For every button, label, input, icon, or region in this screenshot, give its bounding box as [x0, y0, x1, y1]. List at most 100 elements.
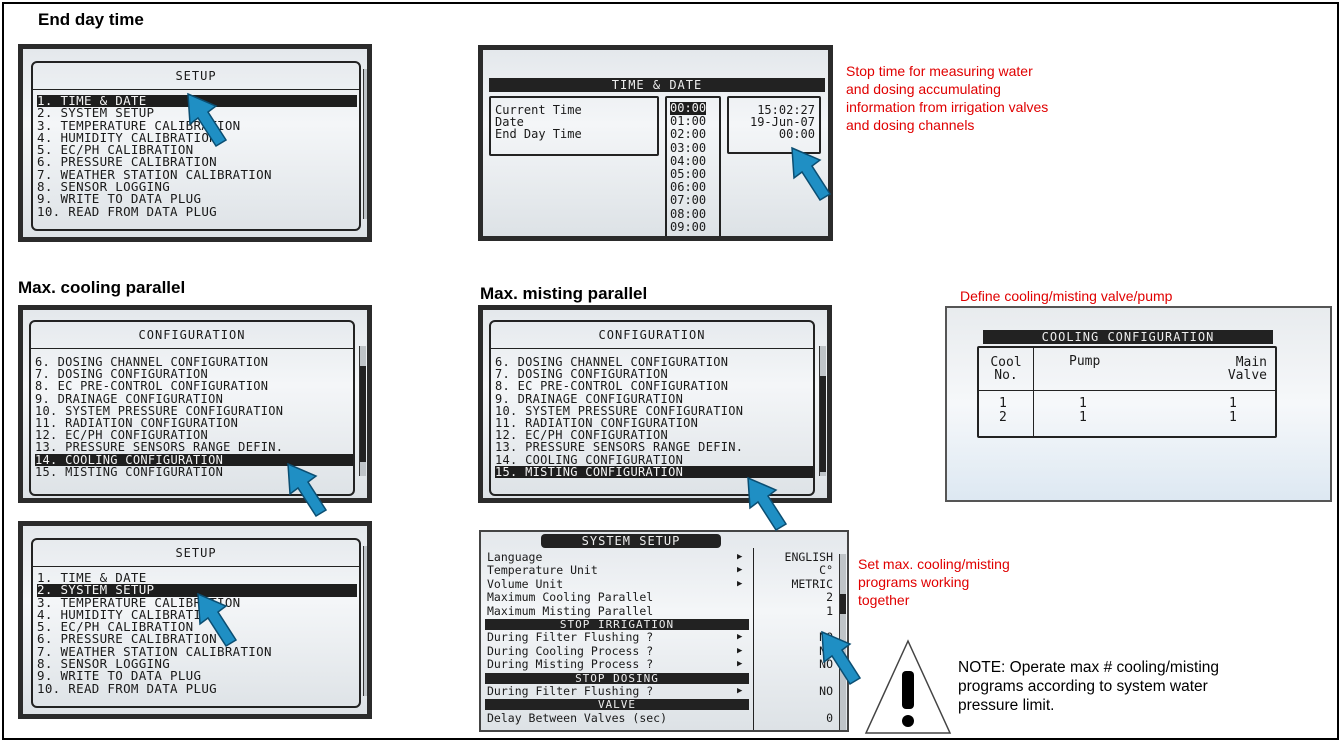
- submenu-arrow-icon[interactable]: ▶: [737, 565, 742, 577]
- time-date-values-box: 15:02:27 19-Jun-07 00:00: [727, 96, 821, 154]
- menu-item[interactable]: 8. EC PRE-CONTROL CONFIGURATION: [35, 380, 353, 392]
- setting-label: Maximum Misting Parallel: [487, 603, 654, 618]
- note-text: NOTE: Operate max # cooling/misting progr…: [958, 658, 1219, 715]
- scrollbar[interactable]: [839, 554, 846, 730]
- setting-value[interactable]: NO: [819, 685, 833, 698]
- note-line: programs according to system water: [958, 678, 1208, 695]
- setting-label: Temperature Unit: [487, 563, 598, 578]
- setting-label: Volume Unit: [487, 576, 564, 591]
- menu-item[interactable]: 14. COOLING CONFIGURATION: [495, 453, 813, 465]
- submenu-arrow-icon[interactable]: ▶: [737, 632, 742, 644]
- dropdown-option: 07:00: [670, 193, 707, 208]
- heading-max-cooling: Max. cooling parallel: [18, 278, 186, 297]
- system-setup-screen: SYSTEM SETUP Language ▶ ENGLISH Temperature…: [479, 530, 849, 732]
- menu-item[interactable]: 9. DRAINAGE CONFIGURATION: [495, 392, 813, 404]
- menu-item[interactable]: 13. PRESSURE SENSORS RANGE DEFIN.: [35, 441, 353, 453]
- setting-value[interactable]: 0: [826, 712, 833, 725]
- scrollbar[interactable]: [363, 546, 367, 696]
- table-cell: 1: [1229, 396, 1237, 411]
- setup-panel: SETUP 1. TIME & DATE 2. SYSTEM SETUP 3. TE…: [31, 61, 361, 231]
- menu-item[interactable]: 8. EC PRE-CONTROL CONFIGURATION: [495, 380, 813, 392]
- col-pump-header: Pump: [1069, 354, 1101, 369]
- config-title: CONFIGURATION: [138, 328, 246, 342]
- annotation-line: Stop time for measuring water: [846, 63, 1033, 79]
- setup-title: SETUP: [175, 69, 217, 83]
- setting-label: During Filter Flushing ?: [487, 630, 654, 645]
- setting-value[interactable]: NO: [819, 632, 833, 644]
- table-cell: 1: [1079, 396, 1087, 411]
- setting-value[interactable]: 2: [826, 592, 833, 604]
- cooling-config-title: COOLING CONFIGURATION: [983, 330, 1273, 344]
- setup-screen-1: SETUP 1. TIME & DATE 2. SYSTEM SETUP 3. TE…: [18, 44, 372, 242]
- setting-value[interactable]: 1: [826, 605, 833, 618]
- annotation-define-cooling: Define cooling/misting valve/pump: [960, 288, 1173, 304]
- config-panel: CONFIGURATION 6. DOSING CHANNEL CONFIGUR…: [489, 320, 815, 496]
- cooling-config-screen: COOLING CONFIGURATION Cool No. Pump Main…: [945, 306, 1332, 502]
- end-day-time-dropdown[interactable]: 00:00 01:00 02:00 03:00 04:00 05:00 06:00 07:00…: [665, 96, 721, 236]
- table-cell: 1: [1079, 410, 1087, 425]
- menu-item[interactable]: 13. PRESSURE SENSORS RANGE DEFIN.: [495, 441, 813, 453]
- annotation-set-max: Set max. cooling/misting programs working…: [858, 555, 1010, 609]
- setting-label: Delay Between Valves (sec): [487, 710, 668, 725]
- submenu-arrow-icon[interactable]: ▶: [737, 552, 742, 564]
- config-menu[interactable]: 6. DOSING CHANNEL CONFIGURATION 7. DOSING…: [35, 356, 353, 478]
- section-header: STOP IRRIGATION: [485, 619, 749, 630]
- system-setup-title: SYSTEM SETUP: [541, 534, 721, 548]
- time-date-screen: TIME & DATE Current Time Date End Day Time…: [478, 45, 833, 241]
- setting-label: Maximum Cooling Parallel: [487, 590, 654, 605]
- setting-label: During Filter Flushing ?: [487, 684, 654, 698]
- setting-label: During Misting Process ?: [487, 657, 654, 672]
- submenu-arrow-icon[interactable]: ▶: [737, 686, 742, 698]
- note-line: pressure limit.: [958, 697, 1055, 714]
- config-menu[interactable]: 6. DOSING CHANNEL CONFIGURATION 7. DOSING…: [495, 356, 813, 478]
- note-line: NOTE: Operate max # cooling/misting: [958, 659, 1220, 676]
- config-panel: CONFIGURATION 6. DOSING CHANNEL CONFIGUR…: [29, 320, 355, 496]
- warning-triangle-icon: [864, 639, 952, 734]
- cooling-config-table: Cool No. Pump Main Valve 111211: [977, 346, 1277, 438]
- setup-title: SETUP: [175, 546, 217, 560]
- scrollbar[interactable]: [363, 69, 367, 219]
- setting-value[interactable]: NO: [819, 659, 833, 671]
- column-header: Main Valve: [1227, 355, 1267, 383]
- annotation-stop-time: Stop time for measuring water and dosing …: [846, 62, 1048, 134]
- menu-item[interactable]: 9. DRAINAGE CONFIGURATION: [35, 392, 353, 404]
- menu-item[interactable]: 10. READ FROM DATA PLUG: [37, 205, 357, 218]
- menu-item[interactable]: 15. MISTING CONFIGURATION: [495, 466, 813, 478]
- section-header: VALVE: [485, 699, 749, 711]
- menu-item[interactable]: 14. COOLING CONFIGURATION: [35, 453, 353, 466]
- setting-label: Language: [487, 550, 543, 564]
- setting-value[interactable]: METRIC: [791, 578, 833, 591]
- setup-screen-2: SETUP 1. TIME & DATE 2. SYSTEM SETUP 3. TE…: [18, 521, 372, 719]
- dropdown-option: 09:00: [670, 219, 707, 234]
- setting-value[interactable]: C°: [819, 565, 833, 577]
- table-cell: 2: [999, 410, 1007, 425]
- annotation-line: and dosing accumulating: [846, 81, 1001, 97]
- setup-panel: SETUP 1. TIME & DATE 2. SYSTEM SETUP 3. TE…: [31, 538, 361, 708]
- menu-item[interactable]: 15. MISTING CONFIGURATION: [35, 466, 353, 478]
- scrollbar[interactable]: [359, 346, 366, 476]
- setup-menu[interactable]: 1. TIME & DATE 2. SYSTEM SETUP 3. TEMPERAT…: [37, 571, 357, 695]
- dropdown-option: 02:00: [670, 127, 707, 142]
- submenu-arrow-icon[interactable]: ▶: [737, 659, 742, 671]
- config-screen-cooling: CONFIGURATION 6. DOSING CHANNEL CONFIGUR…: [18, 305, 372, 503]
- config-title: CONFIGURATION: [598, 328, 706, 342]
- submenu-arrow-icon[interactable]: ▶: [737, 646, 742, 658]
- table-cell: 1: [1229, 410, 1237, 425]
- dropdown-option: 03:00: [670, 140, 707, 155]
- menu-item[interactable]: 10. READ FROM DATA PLUG: [37, 682, 357, 695]
- config-screen-misting: CONFIGURATION 6. DOSING CHANNEL CONFIGUR…: [478, 305, 832, 503]
- time-date-title: TIME & DATE: [489, 78, 825, 92]
- setup-menu[interactable]: 1. TIME & DATE 2. SYSTEM SETUP 3. TEMPERAT…: [37, 94, 357, 218]
- time-date-labels-box: Current Time Date End Day Time: [489, 96, 659, 156]
- annotation-line: programs working: [858, 574, 970, 590]
- field-label: End Day Time: [495, 127, 582, 141]
- annotation-line: information from irrigation valves: [846, 99, 1049, 115]
- dropdown-option: 08:00: [670, 206, 707, 221]
- annotation-line: together: [858, 592, 910, 608]
- setting-value[interactable]: ENGLISH: [785, 551, 833, 564]
- setting-value[interactable]: NO: [819, 645, 833, 658]
- scrollbar[interactable]: [819, 346, 826, 476]
- column-header: Cool No.: [990, 355, 1022, 383]
- annotation-line: and dosing channels: [846, 117, 975, 133]
- submenu-arrow-icon[interactable]: ▶: [737, 579, 742, 591]
